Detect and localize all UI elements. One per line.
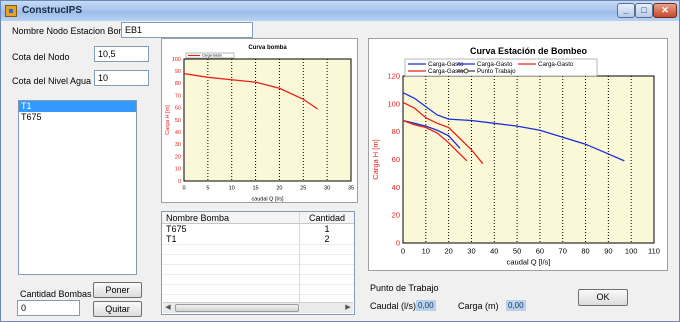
x-tick-label: 30	[467, 247, 475, 256]
nivel-input[interactable]: 10	[94, 70, 149, 86]
y-tick-label: 0	[178, 179, 181, 185]
cantidad-label: Cantidad Bombas	[20, 289, 92, 299]
x-tick-label: 50	[513, 247, 521, 256]
y-tick-label: 50	[175, 118, 181, 124]
scroll-right-icon[interactable]: ▶	[343, 303, 353, 313]
poner-button[interactable]: Poner	[93, 282, 142, 298]
legend-label: Carga-Gasto	[538, 61, 574, 68]
table-row-empty	[162, 244, 354, 255]
x-axis-label: caudal Q [l/s]	[507, 258, 551, 267]
cota-input[interactable]: 10,5	[94, 46, 149, 62]
carga-label: Carga (m)	[458, 301, 499, 311]
chart-title: Curva Estación de Bombeo	[470, 46, 588, 56]
x-tick-label: 20	[276, 186, 282, 192]
x-tick-label: 30	[324, 186, 330, 192]
x-tick-label: 40	[490, 247, 498, 256]
y-tick-label: 100	[172, 57, 181, 63]
x-tick-label: 0	[182, 186, 185, 192]
x-tick-label: 70	[559, 247, 567, 256]
legend-label: Carga-Gasto	[202, 54, 222, 58]
legend-label: Punto Trabajo	[477, 68, 516, 75]
curva-estacion-chart-panel: Curva Estación de Bombeo 0 10 20 30 40 50 60 70 8…	[368, 38, 668, 271]
y-tick-label: 30	[175, 142, 181, 148]
x-tick-label: 0	[401, 247, 405, 256]
y-tick-label: 90	[175, 69, 181, 75]
x-tick-label: 20	[444, 247, 452, 256]
x-tick-label: 100	[625, 247, 638, 256]
grid-cell-cantidad[interactable]: 2	[300, 234, 354, 244]
x-tick-label: 15	[253, 186, 259, 192]
nivel-label: Cota del Nivel Agua	[12, 76, 92, 86]
main-window: ConstrucIPS _ □ ✕ Nombre Nodo Estacion B…	[0, 0, 680, 322]
caudal-value: 0,00	[416, 300, 436, 311]
x-tick-label: 10	[229, 186, 235, 192]
curva-bomba-chart: Curva bomba 0 5 10 15 20 25 30 35 0 10 20 30 40 50 60 70…	[165, 45, 354, 203]
x-tick-label: 10	[422, 247, 430, 256]
ok-button[interactable]: OK	[578, 289, 628, 306]
table-row-empty	[162, 254, 354, 265]
close-icon[interactable]: ✕	[653, 3, 677, 18]
title-bar[interactable]: ConstrucIPS _ □ ✕	[1, 1, 679, 21]
grid-header-cantidad[interactable]: Cantidad	[300, 212, 354, 223]
x-tick-label: 90	[604, 247, 612, 256]
bombas-listbox[interactable]: T1 T675	[18, 100, 137, 275]
grid-header-nombre[interactable]: Nombre Bomba	[162, 212, 300, 223]
plot-area	[402, 75, 655, 244]
legend-marker	[463, 68, 469, 74]
table-row[interactable]: T1 2	[162, 234, 354, 244]
table-row-empty	[162, 274, 354, 285]
x-tick-label: 25	[300, 186, 306, 192]
y-axis-label: Carga H [m]	[165, 105, 171, 135]
curva-bomba-chart-panel: Curva bomba 0 5 10 15 20 25 30 35 0 10 20 30 40 50 60 70…	[161, 38, 358, 203]
window-title: ConstrucIPS	[22, 5, 83, 16]
y-tick-label: 120	[387, 72, 400, 81]
y-tick-label: 60	[392, 155, 400, 164]
y-tick-label: 40	[175, 130, 181, 136]
carga-value: 0,00	[506, 300, 526, 311]
y-tick-label: 60	[175, 106, 181, 112]
x-tick-label: 110	[648, 247, 660, 256]
y-axis-label: Carga H [m]	[371, 139, 380, 179]
x-tick-label: 60	[536, 247, 544, 256]
minimize-icon[interactable]: _	[617, 3, 635, 18]
scrollbar-thumb[interactable]	[175, 304, 299, 312]
list-item[interactable]: T1	[19, 101, 136, 112]
grid-cell-nombre[interactable]: T1	[162, 234, 300, 244]
grid-cell-cantidad[interactable]: 1	[300, 224, 354, 234]
x-tick-label: 5	[206, 186, 209, 192]
y-tick-label: 40	[392, 183, 400, 192]
x-tick-label: 80	[581, 247, 589, 256]
app-icon	[5, 5, 17, 17]
x-tick-label: 35	[348, 186, 354, 192]
y-tick-label: 70	[175, 93, 181, 99]
y-tick-label: 80	[392, 127, 400, 136]
bombas-grid[interactable]: Nombre Bomba Cantidad T675 1 T1 2 ◀ ▶	[161, 211, 355, 315]
caudal-label: Caudal (l/s)	[370, 301, 417, 311]
maximize-icon[interactable]: □	[635, 3, 653, 18]
table-row-empty	[162, 284, 354, 295]
y-tick-label: 20	[392, 211, 400, 220]
cota-label: Cota del Nodo	[12, 52, 70, 62]
legend-label: Carga-Gasto	[477, 61, 513, 68]
grid-header: Nombre Bomba Cantidad	[162, 212, 354, 224]
curva-estacion-chart: Curva Estación de Bombeo 0 10 20 30 40 50 60 70 8…	[371, 46, 660, 267]
grid-cell-nombre[interactable]: T675	[162, 224, 300, 234]
cantidad-input[interactable]: 0	[17, 300, 80, 316]
y-tick-label: 0	[396, 239, 400, 248]
punto-trabajo-label: Punto de Trabajo	[370, 283, 439, 293]
chart-title: Curva bomba	[248, 45, 287, 51]
y-tick-label: 80	[175, 81, 181, 87]
list-item[interactable]: T675	[19, 112, 136, 123]
horizontal-scrollbar[interactable]: ◀ ▶	[163, 302, 353, 313]
table-row[interactable]: T675 1	[162, 224, 354, 234]
y-tick-label: 20	[175, 154, 181, 160]
y-tick-label: 10	[175, 167, 181, 173]
nodo-input[interactable]: EB1	[121, 22, 253, 38]
y-tick-label: 100	[387, 99, 400, 108]
table-row-empty	[162, 264, 354, 275]
quitar-button[interactable]: Quitar	[93, 301, 142, 317]
scroll-left-icon[interactable]: ◀	[163, 303, 173, 313]
x-axis-label: caudal Q [l/s]	[251, 197, 284, 203]
